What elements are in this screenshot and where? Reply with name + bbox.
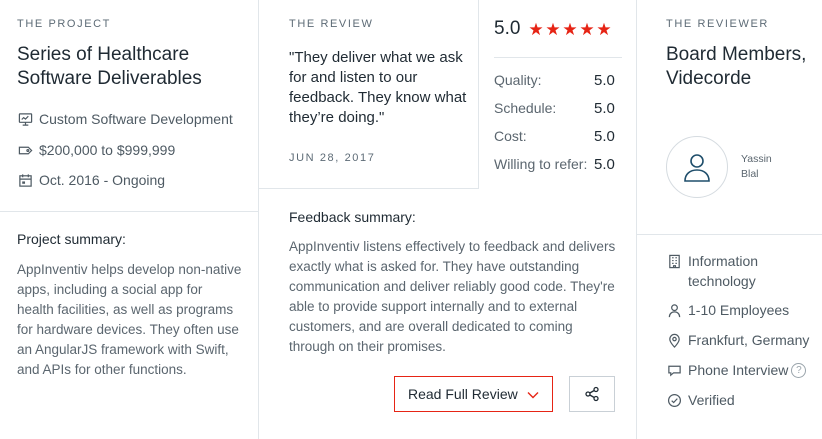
star-rating: ★ ★ ★ ★ ★ (528, 21, 613, 38)
reviewer-company-size: 1-10 Employees (666, 300, 789, 320)
project-service-label: Custom Software Development (39, 111, 233, 127)
reviewer-last-name: Blal (741, 168, 759, 180)
project-budget-label: $200,000 to $999,999 (39, 142, 176, 158)
reviewer-first-name: Yassin (741, 153, 772, 165)
score-row-quality: Quality: 5.0 (494, 72, 624, 89)
feedback-summary-text: AppInventiv listens effectively to feedb… (289, 239, 616, 354)
review-quote-box: THE REVIEW "They deliver what we ask for… (259, 0, 479, 189)
score-divider (494, 57, 622, 58)
score-row-schedule: Schedule: 5.0 (494, 100, 624, 117)
score-value: 5.0 (594, 72, 615, 89)
project-title: Series of Healthcare Software Deliverabl… (17, 44, 202, 89)
project-header: THE PROJECT Series of Healthcare Softwar… (0, 0, 258, 212)
review-date: JUN 28, 2017 (289, 152, 376, 164)
reviewer-location-label: Frankfurt, Germany (688, 332, 810, 348)
review-quote: "They deliver what we ask for and listen… (289, 49, 467, 126)
reviewer-industry: Information technology (666, 251, 816, 291)
score-row-cost: Cost: 5.0 (494, 128, 624, 145)
project-summary-label: Project summary: (17, 231, 126, 247)
star-icon: ★ (562, 19, 578, 39)
share-icon (585, 386, 599, 402)
reviewer-interview-type: Phone Interview ? (666, 360, 807, 380)
score-label: Schedule: (494, 100, 557, 116)
score-row-refer: Willing to refer: 5.0 (494, 156, 624, 173)
review-eyebrow: THE REVIEW (289, 18, 374, 30)
score-value: 5.0 (594, 156, 615, 173)
score-value: 5.0 (594, 128, 615, 145)
star-icon: ★ (545, 19, 561, 39)
location-pin-icon (666, 330, 682, 350)
project-timeline-label: Oct. 2016 - Ongoing (39, 172, 166, 188)
share-button[interactable] (569, 376, 615, 412)
star-icon: ★ (528, 19, 544, 39)
reviewer-header: THE REVIEWER Board Members, Videcorde Ya… (637, 0, 822, 235)
review-column: THE REVIEW "They deliver what we ask for… (259, 0, 637, 439)
reviewer-status: Verified (666, 390, 735, 410)
project-summary-text: AppInventiv helps develop non-native app… (17, 262, 242, 377)
reviewer-title: Board Members, Videcorde (666, 44, 807, 89)
reviewer-company-size-label: 1-10 Employees (688, 302, 790, 318)
project-column: THE PROJECT Series of Healthcare Softwar… (0, 0, 259, 439)
help-icon[interactable]: ? (791, 363, 807, 378)
score-box: 5.0 ★ ★ ★ ★ ★ Quality: 5.0 Schedule: 5.0 Cos… (479, 0, 637, 189)
read-full-review-label: Read Full Review (408, 386, 518, 402)
building-icon (666, 251, 682, 271)
tag-icon (17, 142, 33, 158)
project-budget: $200,000 to $999,999 (17, 142, 175, 158)
chevron-down-icon (527, 392, 539, 399)
speech-bubble-icon (666, 360, 682, 380)
project-eyebrow: THE PROJECT (17, 18, 111, 30)
reviewer-location: Frankfurt, Germany (666, 330, 809, 350)
person-icon (666, 300, 682, 320)
score-label: Cost: (494, 128, 527, 144)
check-circle-icon (666, 390, 682, 410)
score-value: 5.0 (594, 100, 615, 117)
reviewer-name: Yassin Blal (741, 152, 801, 182)
monitor-icon (17, 111, 33, 127)
score-label: Willing to refer: (494, 156, 588, 172)
overall-score: 5.0 (494, 18, 521, 39)
reviewer-eyebrow: THE REVIEWER (666, 18, 769, 30)
project-timeline: Oct. 2016 - Ongoing (17, 172, 165, 188)
reviewer-status-label: Verified (688, 392, 735, 408)
project-service: Custom Software Development (17, 111, 233, 127)
read-full-review-button[interactable]: Read Full Review (394, 376, 553, 412)
feedback-summary-label: Feedback summary: (289, 209, 416, 225)
reviewer-column: THE REVIEWER Board Members, Videcorde Ya… (637, 0, 822, 439)
calendar-icon (17, 172, 33, 188)
reviewer-interview-label: Phone Interview (688, 362, 789, 378)
avatar (666, 136, 728, 198)
star-icon: ★ (579, 19, 595, 39)
star-icon: ★ (596, 19, 612, 39)
user-icon (684, 154, 710, 182)
overall-rating: 5.0 ★ ★ ★ ★ ★ (494, 18, 613, 40)
score-label: Quality: (494, 72, 542, 88)
reviewer-industry-label: Information technology (688, 253, 759, 289)
